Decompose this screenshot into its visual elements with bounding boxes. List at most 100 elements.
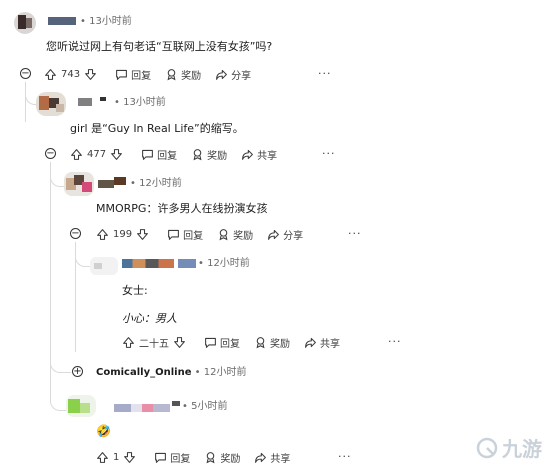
vote-group: 1 [96, 451, 140, 464]
award-label: 奖励 [233, 230, 254, 242]
more-options-button[interactable]: ··· [318, 67, 332, 80]
award-icon [256, 336, 265, 348]
reply-bubble-icon [205, 337, 216, 348]
vote-group: 199 [96, 228, 153, 241]
avatar[interactable] [66, 395, 96, 417]
reply-button[interactable]: 回复 [204, 335, 240, 350]
vote-group: 743 [44, 68, 101, 81]
share-label: 共享 [270, 453, 291, 465]
thread-elbow-4 [75, 242, 90, 267]
reply-label: 回复 [157, 150, 178, 162]
reply-label: 回复 [170, 453, 191, 465]
upvote-icon[interactable] [96, 228, 109, 241]
reply-button[interactable]: 回复 [115, 67, 151, 82]
share-arrow-icon [305, 337, 316, 348]
avatar[interactable] [36, 92, 66, 116]
award-icon [193, 148, 202, 160]
upvote-icon[interactable] [122, 336, 135, 349]
share-arrow-icon [242, 149, 253, 160]
share-label: 共享 [320, 338, 340, 350]
reply-bubble-icon [155, 452, 167, 463]
award-label: 奖励 [270, 338, 290, 350]
comment-body: girl 是“Guy In Real Life”的缩写。 [70, 122, 244, 135]
username[interactable]: Comically_Online [96, 367, 191, 378]
expand-plus-icon[interactable]: + [72, 366, 83, 377]
reply-button[interactable]: 回复 [167, 227, 203, 242]
award-button[interactable]: 奖励 [254, 335, 290, 350]
award-label: 奖励 [220, 453, 241, 465]
upvote-icon[interactable] [96, 451, 109, 464]
avatar[interactable] [14, 12, 36, 34]
reply-button[interactable]: 回复 [154, 450, 190, 465]
award-icon [167, 68, 176, 80]
downvote-icon[interactable] [173, 336, 186, 349]
collapse-minus-icon[interactable]: − [70, 228, 81, 239]
comment-actions: 二十五 回复 奖励 共享 [122, 334, 354, 350]
reply-label: 回复 [183, 230, 204, 242]
thread-elbow-5 [50, 360, 71, 373]
downvote-icon[interactable] [110, 148, 123, 161]
comment-meta: • 12小时前 [198, 258, 250, 270]
username-redacted[interactable] [48, 17, 76, 25]
timestamp: • 12小时前 [130, 178, 182, 189]
comment-meta: • 13小时前 [114, 97, 166, 109]
downvote-icon[interactable] [84, 68, 97, 81]
share-arrow-icon [216, 69, 227, 80]
downvote-icon[interactable] [136, 228, 149, 241]
share-button[interactable]: 共享 [304, 335, 340, 350]
collapse-minus-icon[interactable]: − [45, 148, 56, 159]
avatar[interactable] [64, 172, 94, 196]
username-redacted[interactable] [122, 259, 174, 268]
award-icon [219, 228, 228, 240]
watermark-text: 九游 [502, 437, 542, 461]
comment-body-line1: 女士: [122, 284, 148, 297]
vote-count: 199 [113, 228, 133, 240]
comment-actions: 199 回复 奖励 分享 [96, 226, 317, 242]
vote-group: 477 [70, 148, 127, 161]
comment-meta: • 13小时前 [80, 16, 132, 28]
timestamp: • 12小时前 [198, 258, 250, 269]
username-redacted[interactable] [78, 98, 92, 106]
award-label: 奖励 [181, 70, 202, 82]
reply-bubble-icon [168, 229, 179, 240]
share-button[interactable]: 共享 [254, 450, 290, 465]
comment-meta: • 5小时前 [182, 401, 227, 413]
avatar[interactable] [90, 257, 118, 275]
vote-group: 二十五 [122, 335, 190, 350]
comment-body: MMORPG：许多男人在线扮演女孩 [96, 202, 268, 215]
share-button[interactable]: 分享 [267, 227, 303, 242]
upvote-icon[interactable] [70, 148, 83, 161]
upvote-icon[interactable] [44, 68, 57, 81]
more-options-button[interactable]: ··· [338, 450, 352, 463]
nine-game-logo-icon [476, 437, 498, 458]
award-button[interactable]: 奖励 [217, 227, 253, 242]
comment-meta: • 12小时前 [130, 178, 182, 190]
award-icon [206, 451, 215, 463]
award-button[interactable]: 奖励 [191, 147, 227, 162]
more-options-button[interactable]: ··· [348, 227, 362, 240]
more-options-button[interactable]: ··· [322, 147, 336, 160]
reply-label: 回复 [131, 70, 152, 82]
collapse-minus-icon[interactable]: − [20, 68, 31, 79]
award-button[interactable]: 奖励 [165, 67, 201, 82]
share-arrow-icon [268, 229, 279, 240]
comment-actions: 1 回复 奖励 共享 [96, 449, 304, 465]
share-label: 分享 [283, 230, 304, 242]
vote-count: 477 [87, 148, 107, 160]
award-button[interactable]: 奖励 [204, 450, 240, 465]
reply-label: 回复 [220, 338, 240, 350]
vote-count: 二十五 [139, 338, 169, 350]
reply-bubble-icon [116, 69, 127, 80]
share-button[interactable]: 共享 [241, 147, 277, 162]
vote-count: 1 [113, 451, 120, 463]
reply-button[interactable]: 回复 [141, 147, 177, 162]
comment-emoji: 🤣 [96, 424, 111, 438]
username-redacted[interactable] [98, 180, 114, 188]
reply-bubble-icon [142, 149, 153, 160]
comment-actions: 743 回复 奖励 分享 [44, 66, 265, 82]
share-button[interactable]: 分享 [215, 67, 251, 82]
more-options-button[interactable]: ··· [388, 335, 402, 348]
timestamp: • 13小时前 [80, 16, 132, 27]
username-redacted[interactable] [114, 404, 170, 412]
downvote-icon[interactable] [123, 451, 136, 464]
